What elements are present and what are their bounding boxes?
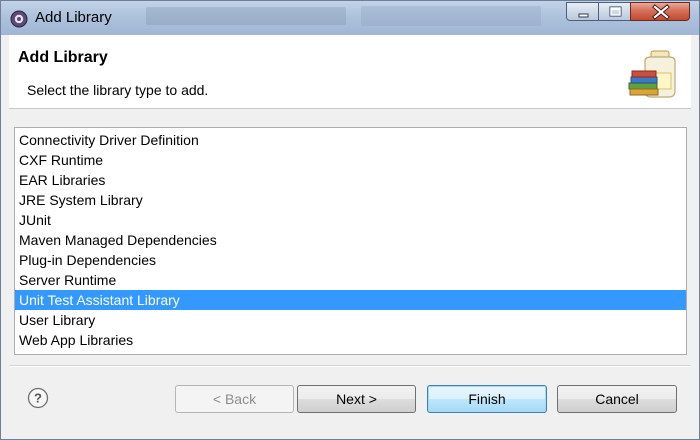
window-title: Add Library — [35, 9, 112, 26]
wizard-header: Add Library Select the library type to a… — [9, 35, 691, 109]
library-list-item[interactable]: Maven Managed Dependencies — [15, 230, 686, 250]
maximize-button[interactable] — [598, 2, 631, 21]
svg-text:?: ? — [34, 391, 42, 406]
library-list-item[interactable]: Plug-in Dependencies — [15, 250, 686, 270]
close-button[interactable] — [630, 2, 690, 21]
footer-separator — [9, 365, 691, 367]
library-type-list[interactable]: Connectivity Driver Definition CXF Runtim… — [14, 127, 687, 355]
library-list-item[interactable]: Web App Libraries — [15, 330, 686, 350]
maximize-icon — [609, 6, 622, 17]
minimize-icon — [578, 13, 589, 18]
library-list-item[interactable]: User Library — [15, 310, 686, 330]
library-list-item[interactable]: Connectivity Driver Definition — [15, 130, 686, 150]
page-title: Add Library — [18, 49, 108, 66]
add-library-dialog: Add Library Add Library Select the libra… — [0, 0, 700, 440]
next-button[interactable]: Next > — [297, 385, 416, 413]
background-window-blur — [146, 7, 346, 25]
library-list-item[interactable]: EAR Libraries — [15, 170, 686, 190]
help-icon[interactable]: ? — [27, 387, 49, 409]
back-button[interactable]: < Back — [175, 385, 294, 413]
library-type-list-items: Connectivity Driver Definition CXF Runtim… — [15, 130, 686, 350]
library-list-item[interactable]: JUnit — [15, 210, 686, 230]
close-icon — [652, 4, 670, 20]
title-bar[interactable]: Add Library — [1, 1, 699, 35]
library-list-item[interactable]: Server Runtime — [15, 270, 686, 290]
library-list-item[interactable]: CXF Runtime — [15, 150, 686, 170]
background-tab-blur — [361, 6, 541, 26]
page-description: Select the library type to add. — [27, 82, 209, 98]
minimize-button[interactable] — [566, 2, 599, 21]
library-list-item[interactable]: JRE System Library — [15, 190, 686, 210]
library-list-item[interactable]: Unit Test Assistant Library — [15, 290, 686, 310]
eclipse-gear-icon — [10, 10, 28, 28]
cancel-button[interactable]: Cancel — [557, 385, 677, 413]
library-jar-books-icon — [628, 50, 676, 98]
finish-button[interactable]: Finish — [427, 385, 547, 413]
